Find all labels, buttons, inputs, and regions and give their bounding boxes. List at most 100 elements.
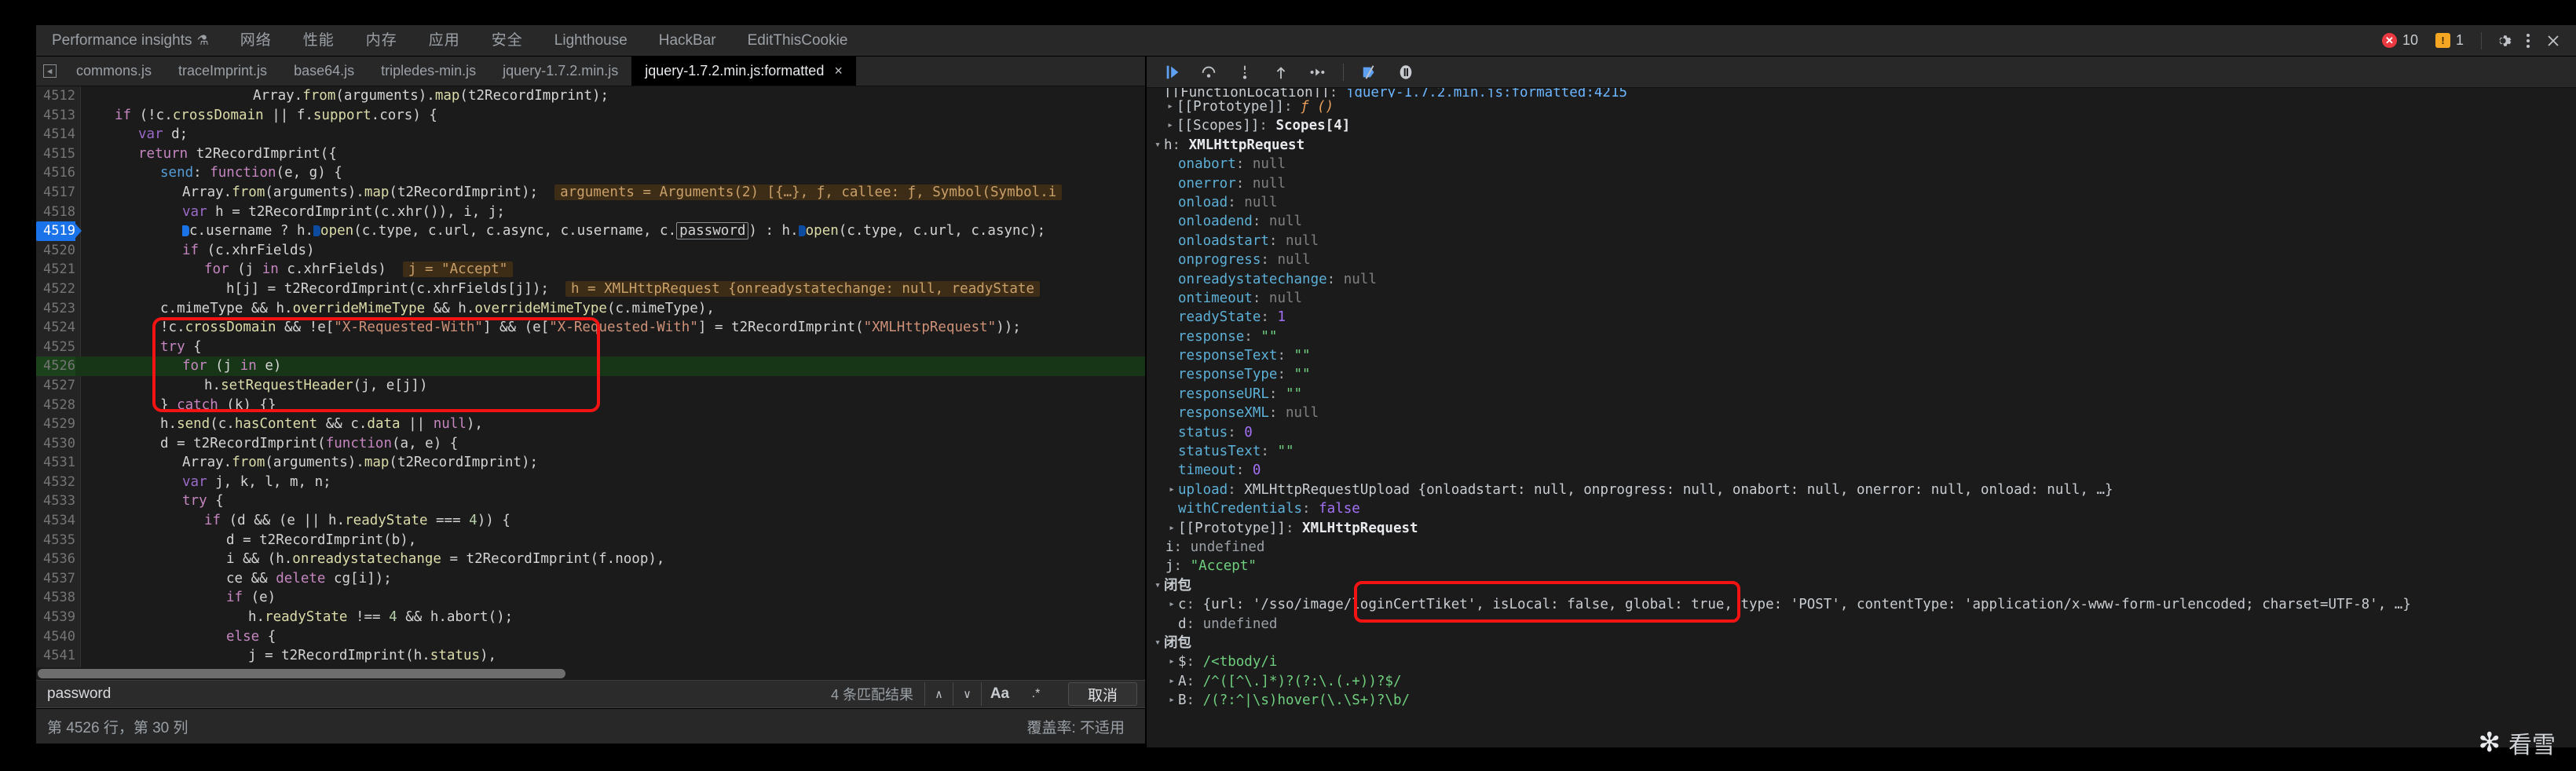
scope-row-B[interactable]: ▸ B: /(?:^|\s)hover(\.\S+)?\b/	[1151, 691, 2576, 710]
search-cancel-button[interactable]: 取消	[1067, 682, 1137, 706]
scope-row-responsetype[interactable]: responseType: ""	[1151, 365, 2576, 384]
step-button[interactable]	[1301, 59, 1334, 86]
pause-on-exceptions-button[interactable]	[1389, 59, 1422, 86]
warning-badge[interactable]: ! 1	[2428, 30, 2472, 51]
panel-tab-lighthouse[interactable]: Lighthouse	[539, 25, 643, 57]
scope-row-c[interactable]: ▸ c: {url: '/sso/image/loginCertTiket', i…	[1151, 595, 2576, 614]
scope-row-responsexml[interactable]: responseXML: null	[1151, 404, 2576, 422]
code-line[interactable]: 4541 j = t2RecordImprint(h.status),	[36, 646, 1145, 666]
chevron-right-icon[interactable]: ▸	[1165, 519, 1178, 538]
chevron-right-icon[interactable]: ▸	[1165, 672, 1178, 691]
scope-row-upload[interactable]: ▸ upload: XMLHttpRequestUpload {onloadsta…	[1151, 481, 2576, 499]
file-tab-jquery-min-js[interactable]: jquery-1.7.2.min.js	[489, 57, 631, 86]
code-line[interactable]: 4524 !c.crossDomain && !e["X-Requested-Wi…	[36, 318, 1145, 338]
error-badge[interactable]: ✕ 10	[2374, 30, 2426, 51]
step-into-button[interactable]	[1228, 59, 1261, 86]
scope-row-prototype[interactable]: ▸ [[Prototype]]: ƒ ()	[1151, 97, 2576, 116]
search-next-button[interactable]: ∨	[953, 682, 982, 706]
source-code-editor[interactable]: 4512 Array.from(arguments).map(t2RecordIm…	[36, 86, 1145, 667]
code-line[interactable]: 4521 for (j in c.xhrFields) j = "Accept"	[36, 260, 1145, 280]
scope-row-h[interactable]: ▾ h: XMLHttpRequest	[1151, 136, 2576, 155]
kebab-menu-icon[interactable]	[2516, 29, 2540, 53]
chevron-right-icon[interactable]: ▸	[1164, 116, 1176, 135]
code-line[interactable]: 4515 return t2RecordImprint({	[36, 144, 1145, 164]
code-line-highlighted[interactable]: 4526 for (j in e)	[36, 356, 1145, 376]
chevron-down-icon[interactable]: ▾	[1151, 634, 1164, 652]
deactivate-breakpoints-button[interactable]	[1353, 59, 1386, 86]
editor-hscrollbar-thumb[interactable]	[38, 669, 565, 678]
scope-row-onloadstart[interactable]: onloadstart: null	[1151, 232, 2576, 250]
code-line[interactable]: 4516 send: function(e, g) {	[36, 163, 1145, 183]
match-case-toggle[interactable]: Aa	[982, 682, 1018, 706]
chevron-right-icon[interactable]: ▸	[1165, 652, 1178, 671]
code-line[interactable]: 4517 Array.from(arguments).map(t2RecordIm…	[36, 183, 1145, 203]
code-line[interactable]: 4522 h[j] = t2RecordImprint(c.xhrFields[j…	[36, 280, 1145, 299]
scope-row-i[interactable]: i: undefined	[1151, 538, 2576, 557]
chevron-right-icon[interactable]: ▸	[1165, 595, 1178, 614]
chevron-right-icon[interactable]: ▸	[1165, 691, 1178, 710]
search-input[interactable]	[36, 685, 820, 703]
scope-row-responseurl[interactable]: responseURL: ""	[1151, 385, 2576, 404]
file-tab-commons-js[interactable]: commons.js	[63, 57, 165, 86]
code-line[interactable]: 4536 i && (h.onreadystatechange = t2Recor…	[36, 550, 1145, 569]
code-line[interactable]: 4527 h.setRequestHeader(j, e[j])	[36, 376, 1145, 396]
scope-row-withcredentials[interactable]: withCredentials: false	[1151, 499, 2576, 518]
code-line[interactable]: 4525 try {	[36, 338, 1145, 357]
close-icon[interactable]	[2541, 29, 2565, 53]
code-line[interactable]: 4520 if (c.xhrFields)	[36, 241, 1145, 261]
code-line[interactable]: 4534 if (d && (e || h.readyState === 4)) …	[36, 511, 1145, 531]
scope-section-closure-1[interactable]: ▾ 闭包	[1151, 576, 2576, 595]
scope-row-ontimeout[interactable]: ontimeout: null	[1151, 289, 2576, 308]
step-out-button[interactable]	[1264, 59, 1297, 86]
gear-icon[interactable]	[2491, 29, 2515, 53]
code-line[interactable]: 4531 Array.from(arguments).map(t2RecordIm…	[36, 453, 1145, 473]
scope-row-timeout[interactable]: timeout: 0	[1151, 461, 2576, 480]
close-icon[interactable]: ×	[834, 63, 843, 79]
chevron-down-icon[interactable]: ▾	[1151, 576, 1164, 595]
scope-row-d[interactable]: d: undefined	[1151, 615, 2576, 634]
scope-section-closure-2[interactable]: ▾ 闭包	[1151, 634, 2576, 652]
scope-row-response[interactable]: response: ""	[1151, 327, 2576, 346]
scope-row[interactable]: ▸[[FunctionLocation]]: jquery-1.7.2.min.…	[1151, 88, 2576, 97]
regex-toggle[interactable]: .*	[1018, 682, 1054, 706]
code-line[interactable]: 4512 Array.from(arguments).map(t2RecordIm…	[36, 86, 1145, 106]
chevron-down-icon[interactable]: ▾	[1151, 136, 1164, 155]
scope-row-A[interactable]: ▸ A: /^([^\.]*)?(?:\.(.+))?$/	[1151, 672, 2576, 691]
code-line[interactable]: 4537 ce && delete cg[i]);	[36, 569, 1145, 589]
panel-tab-performance[interactable]: 性能	[287, 25, 350, 57]
search-prev-button[interactable]: ∧	[925, 682, 953, 706]
scope-row-status[interactable]: status: 0	[1151, 423, 2576, 442]
scope-variables-list[interactable]: ▸[[FunctionLocation]]: jquery-1.7.2.min.…	[1147, 88, 2576, 711]
panel-tab-hackbar[interactable]: HackBar	[643, 25, 732, 57]
scope-row-responsetext[interactable]: responseText: ""	[1151, 346, 2576, 365]
chevron-right-icon[interactable]: ▸	[1164, 97, 1176, 116]
code-line[interactable]: 4514 var d;	[36, 125, 1145, 144]
panel-tab-security[interactable]: 安全	[476, 25, 539, 57]
panel-tab-application[interactable]: 应用	[413, 25, 476, 57]
scope-row-onreadystatechange[interactable]: onreadystatechange: null	[1151, 270, 2576, 289]
file-tab-jquery-min-js-formatted[interactable]: jquery-1.7.2.min.js:formatted ×	[631, 57, 856, 86]
scope-row-onabort[interactable]: onabort: null	[1151, 155, 2576, 174]
code-content[interactable]: 4512 Array.from(arguments).map(t2RecordIm…	[36, 86, 1145, 667]
code-line[interactable]: 4533 try {	[36, 491, 1145, 511]
panel-tab-performance-insights[interactable]: Performance insights ⚗	[36, 25, 225, 57]
code-line[interactable]: 4532 var j, k, l, m, n;	[36, 473, 1145, 492]
file-tab-tripledes-min-js[interactable]: tripledes-min.js	[368, 57, 489, 86]
code-line[interactable]: 4513 if (!c.crossDomain || f.support.cors…	[36, 106, 1145, 126]
resume-script-button[interactable]	[1156, 59, 1189, 86]
scope-row-onerror[interactable]: onerror: null	[1151, 174, 2576, 193]
code-line[interactable]: 4539 h.readyState !== 4 && h.abort();	[36, 608, 1145, 627]
scope-row-onprogress[interactable]: onprogress: null	[1151, 250, 2576, 269]
scope-row-scopes[interactable]: ▸ [[Scopes]]: Scopes[4]	[1151, 116, 2576, 135]
code-line[interactable]: 4528} catch (k) {}	[36, 396, 1145, 415]
scope-row-statustext[interactable]: statusText: ""	[1151, 442, 2576, 461]
step-over-button[interactable]	[1192, 59, 1225, 86]
code-line[interactable]: 4535 d = t2RecordImprint(b),	[36, 531, 1145, 550]
file-tab-base64-js[interactable]: base64.js	[280, 57, 368, 86]
scope-row-dollar[interactable]: ▸ $: /<tbody/i	[1151, 652, 2576, 671]
code-line[interactable]: 4523 c.mimeType && h.overrideMimeType && …	[36, 299, 1145, 319]
scope-row-onload[interactable]: onload: null	[1151, 193, 2576, 212]
panel-tab-memory[interactable]: 内存	[350, 25, 413, 57]
code-line[interactable]: 4530 d = t2RecordImprint(function(a, e) {	[36, 434, 1145, 454]
file-tab-traceimprint-js[interactable]: traceImprint.js	[165, 57, 280, 86]
